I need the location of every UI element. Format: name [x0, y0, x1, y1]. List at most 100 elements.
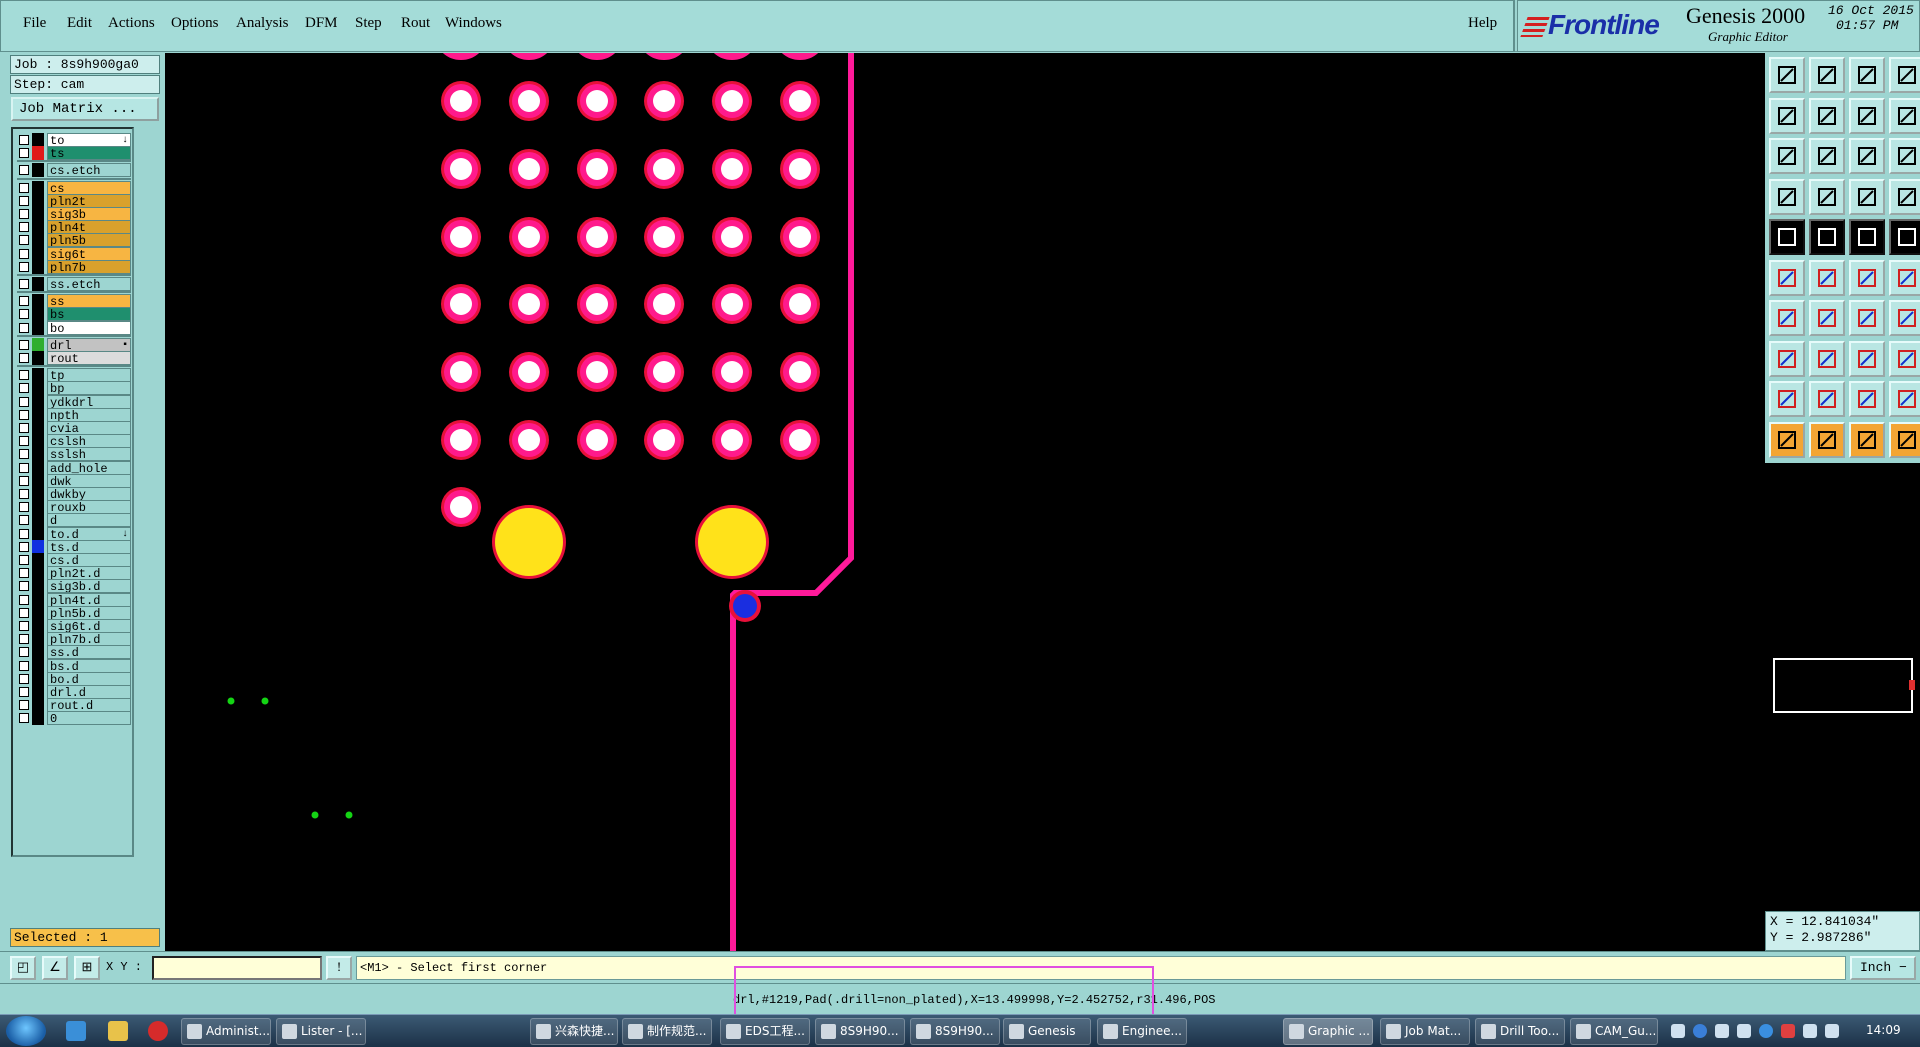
layer-checkbox[interactable] — [19, 279, 29, 289]
layer-name[interactable]: tp — [47, 368, 131, 383]
fiducial-dot[interactable] — [227, 697, 235, 705]
layer-color-swatch[interactable] — [32, 421, 44, 435]
layer-name[interactable]: dwk — [47, 473, 131, 488]
layer-color-swatch[interactable] — [32, 526, 44, 541]
chevron-tool-button[interactable] — [1809, 381, 1845, 417]
drill-pad[interactable] — [789, 429, 811, 451]
layer-color-swatch[interactable] — [32, 277, 44, 291]
layer-row-ydkdrl[interactable]: ydkdrl — [17, 394, 131, 409]
layer-row-bs[interactable]: bs — [17, 307, 131, 322]
layer-name[interactable]: pln4t.d — [47, 592, 131, 607]
drill-pad[interactable] — [586, 361, 608, 383]
layer-row-sig6t-d[interactable]: sig6t.d — [17, 619, 131, 633]
drill-pad[interactable] — [641, 53, 687, 60]
drill-pad[interactable] — [777, 53, 823, 60]
drill-pad[interactable] — [586, 158, 608, 180]
layer-name[interactable]: pln5b.d — [47, 605, 131, 620]
layer-checkbox[interactable] — [19, 370, 29, 381]
taskbar-task[interactable]: Graphic ... — [1283, 1018, 1373, 1045]
layer-name[interactable]: to.d ↓ — [47, 526, 131, 541]
layer-name[interactable]: pln2t — [47, 193, 131, 208]
layer-name[interactable]: sslsh — [47, 447, 131, 462]
ie-icon[interactable] — [66, 1021, 86, 1041]
npth-pad[interactable] — [495, 508, 563, 576]
layer-checkbox[interactable] — [19, 383, 29, 394]
layer-color-swatch[interactable] — [32, 381, 44, 396]
layer-color-swatch[interactable] — [32, 685, 44, 699]
zoom-window-button[interactable]: ◰ — [10, 956, 36, 980]
layer-color-swatch[interactable] — [32, 163, 44, 178]
layer-color-swatch[interactable] — [32, 619, 44, 633]
drill-pad[interactable] — [721, 158, 743, 180]
layer-color-swatch[interactable] — [32, 487, 44, 501]
layer-name[interactable]: bo — [47, 320, 131, 335]
layer-checkbox[interactable] — [19, 396, 29, 407]
drill-pad[interactable] — [653, 361, 675, 383]
layer-row-pln2t-d[interactable]: pln2t.d — [17, 566, 131, 581]
taskbar-task[interactable]: Genesis — [1003, 1018, 1091, 1045]
layer-row-ss-d[interactable]: ss.d — [17, 645, 131, 660]
layer-color-swatch[interactable] — [32, 368, 44, 383]
layer-checkbox[interactable] — [19, 449, 29, 460]
layer-color-swatch[interactable] — [32, 133, 44, 147]
drill-pad[interactable] — [789, 361, 811, 383]
layer-checkbox[interactable] — [19, 339, 29, 350]
layer-name[interactable]: to ↓ — [47, 133, 131, 147]
layer-checkbox[interactable] — [19, 222, 29, 233]
menu-options[interactable]: Options — [171, 15, 219, 32]
layer-name[interactable]: cvia — [47, 421, 131, 435]
layer-row-rout-d[interactable]: rout.d — [17, 698, 131, 713]
layer-checkbox[interactable] — [19, 647, 29, 658]
fit-tool-button[interactable] — [1769, 138, 1805, 174]
fiducial-dot[interactable] — [261, 697, 269, 705]
layer-name[interactable]: sig6t — [47, 246, 131, 261]
via-pad[interactable] — [733, 594, 757, 618]
layer-color-swatch[interactable] — [32, 671, 44, 686]
layer-name[interactable]: cs — [47, 180, 131, 195]
layer-name[interactable]: pln7b.d — [47, 632, 131, 647]
layer-color-swatch[interactable] — [32, 632, 44, 647]
layer-row-sig3b-d[interactable]: sig3b.d — [17, 579, 131, 594]
drill-pad[interactable] — [518, 293, 540, 315]
layer-row-pln2t[interactable]: pln2t — [17, 193, 131, 208]
layer-color-swatch[interactable] — [32, 220, 44, 235]
taskbar-task[interactable]: CAM_Gu... — [1570, 1018, 1658, 1045]
layer-color-swatch[interactable] — [32, 539, 44, 554]
layer-name[interactable]: dwkby — [47, 487, 131, 501]
layer-name[interactable]: pln5b — [47, 233, 131, 248]
layer-checkbox[interactable] — [19, 423, 29, 433]
layer-row-to-d[interactable]: to.d ↓ — [17, 526, 131, 541]
layer-row-bs-d[interactable]: bs.d — [17, 658, 131, 673]
triangle-tool-button[interactable] — [1769, 381, 1805, 417]
layer-row-pln5b-d[interactable]: pln5b.d — [17, 605, 131, 620]
layer-row-ss[interactable]: ss — [17, 294, 131, 309]
drill-pad[interactable] — [438, 53, 484, 60]
line-tool-button[interactable] — [1849, 259, 1885, 296]
layer-name[interactable]: sig3b — [47, 207, 131, 221]
grid-tool-button[interactable] — [1809, 178, 1845, 215]
layer-color-swatch[interactable] — [32, 394, 44, 409]
drill-pad[interactable] — [450, 226, 472, 248]
drill-pad[interactable] — [518, 90, 540, 112]
pad-tool-button[interactable] — [1889, 219, 1920, 255]
drill-pad[interactable] — [721, 293, 743, 315]
layer-name[interactable]: ts.d — [47, 539, 131, 554]
layer-row-bp[interactable]: bp — [17, 381, 131, 396]
layer-name[interactable]: ts — [47, 146, 131, 161]
layer-row-ts[interactable]: ts — [17, 146, 131, 161]
grid-button[interactable]: ⊞ — [74, 956, 100, 980]
layer-checkbox[interactable] — [19, 353, 29, 363]
path-tool-button[interactable] — [1889, 421, 1920, 458]
layer-name[interactable]: rout — [47, 351, 131, 365]
tray-display-icon[interactable] — [1803, 1024, 1817, 1038]
layer-name[interactable]: d — [47, 513, 131, 528]
layer-checkbox[interactable] — [19, 700, 29, 711]
layer-color-swatch[interactable] — [32, 605, 44, 620]
layer-color-swatch[interactable] — [32, 698, 44, 713]
drill-pad[interactable] — [518, 361, 540, 383]
layer-name[interactable]: rouxb — [47, 500, 131, 515]
board-view[interactable] — [165, 53, 1765, 951]
layer-checkbox[interactable] — [19, 713, 29, 724]
layer-checkbox[interactable] — [19, 555, 29, 565]
layer-row-sslsh[interactable]: sslsh — [17, 447, 131, 462]
